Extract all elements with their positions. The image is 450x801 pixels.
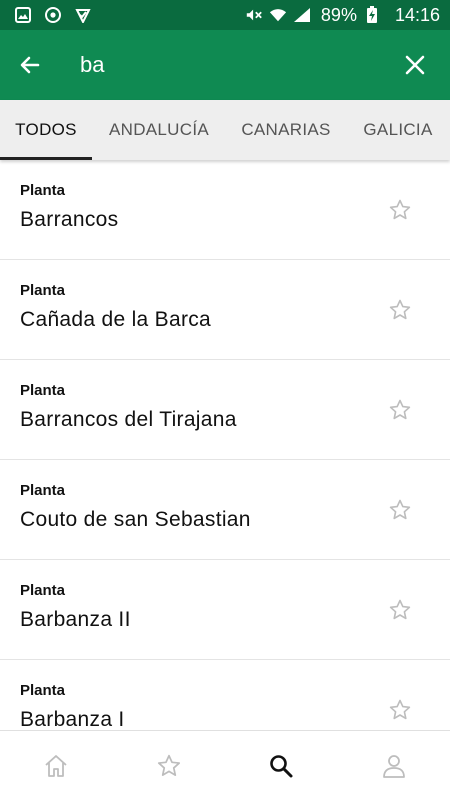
battery-charging-icon	[363, 6, 381, 24]
wifi-icon	[269, 6, 287, 24]
region-tabs: TODOS ANDALUCÍA CANARIAS GALICIA	[0, 100, 450, 160]
nav-search[interactable]	[225, 731, 338, 801]
tab-todos[interactable]: TODOS	[0, 100, 92, 160]
search-app-bar	[0, 30, 450, 100]
nav-profile[interactable]	[338, 731, 450, 801]
bottom-navigation	[0, 730, 450, 801]
search-icon	[268, 753, 294, 779]
item-type-label: Planta	[20, 582, 65, 599]
clock: 14:16	[395, 5, 440, 26]
back-button[interactable]	[0, 30, 60, 100]
tab-canarias[interactable]: CANARIAS	[226, 100, 346, 160]
item-type-label: Planta	[20, 182, 65, 199]
check-icon	[74, 6, 92, 24]
list-item[interactable]: Planta Barbanza I	[0, 660, 450, 730]
battery-percent: 89%	[321, 5, 357, 26]
item-name: Barbanza I	[20, 708, 125, 730]
status-bar: 89% 14:16	[0, 0, 450, 30]
star-outline-icon	[388, 298, 412, 322]
user-icon	[381, 753, 407, 779]
system-icons: 89% 14:16	[245, 5, 440, 26]
arrow-left-icon	[18, 53, 42, 77]
signal-icon	[293, 6, 311, 24]
favorite-button[interactable]	[386, 396, 414, 424]
clear-search-button[interactable]	[380, 30, 450, 100]
results-list: Planta Barrancos Planta Cañada de la Bar…	[0, 160, 450, 730]
star-icon	[156, 753, 182, 779]
item-type-label: Planta	[20, 382, 65, 399]
star-outline-icon	[388, 198, 412, 222]
star-outline-icon	[388, 698, 412, 722]
close-icon	[404, 54, 426, 76]
favorite-button[interactable]	[386, 496, 414, 524]
item-type-label: Planta	[20, 282, 65, 299]
notification-icons	[14, 6, 92, 24]
list-item[interactable]: Planta Couto de san Sebastian	[0, 460, 450, 560]
favorite-button[interactable]	[386, 696, 414, 724]
item-name: Couto de san Sebastian	[20, 508, 251, 532]
item-name: Barrancos del Tirajana	[20, 408, 237, 432]
nav-favorites[interactable]	[113, 731, 226, 801]
item-name: Barbanza II	[20, 608, 131, 632]
list-item[interactable]: Planta Cañada de la Barca	[0, 260, 450, 360]
tab-galicia[interactable]: GALICIA	[346, 100, 450, 160]
nav-home[interactable]	[0, 731, 113, 801]
image-icon	[14, 6, 32, 24]
star-outline-icon	[388, 498, 412, 522]
favorite-button[interactable]	[386, 596, 414, 624]
list-item[interactable]: Planta Barrancos	[0, 160, 450, 260]
chrome-icon	[44, 6, 62, 24]
favorite-button[interactable]	[386, 196, 414, 224]
home-icon	[42, 752, 70, 780]
favorite-button[interactable]	[386, 296, 414, 324]
search-input[interactable]	[60, 52, 380, 78]
mute-icon	[245, 6, 263, 24]
item-name: Cañada de la Barca	[20, 308, 211, 332]
star-outline-icon	[388, 398, 412, 422]
item-name: Barrancos	[20, 208, 118, 232]
star-outline-icon	[388, 598, 412, 622]
item-type-label: Planta	[20, 482, 65, 499]
list-item[interactable]: Planta Barrancos del Tirajana	[0, 360, 450, 460]
item-type-label: Planta	[20, 682, 65, 699]
tab-andalucia[interactable]: ANDALUCÍA	[92, 100, 226, 160]
list-item[interactable]: Planta Barbanza II	[0, 560, 450, 660]
